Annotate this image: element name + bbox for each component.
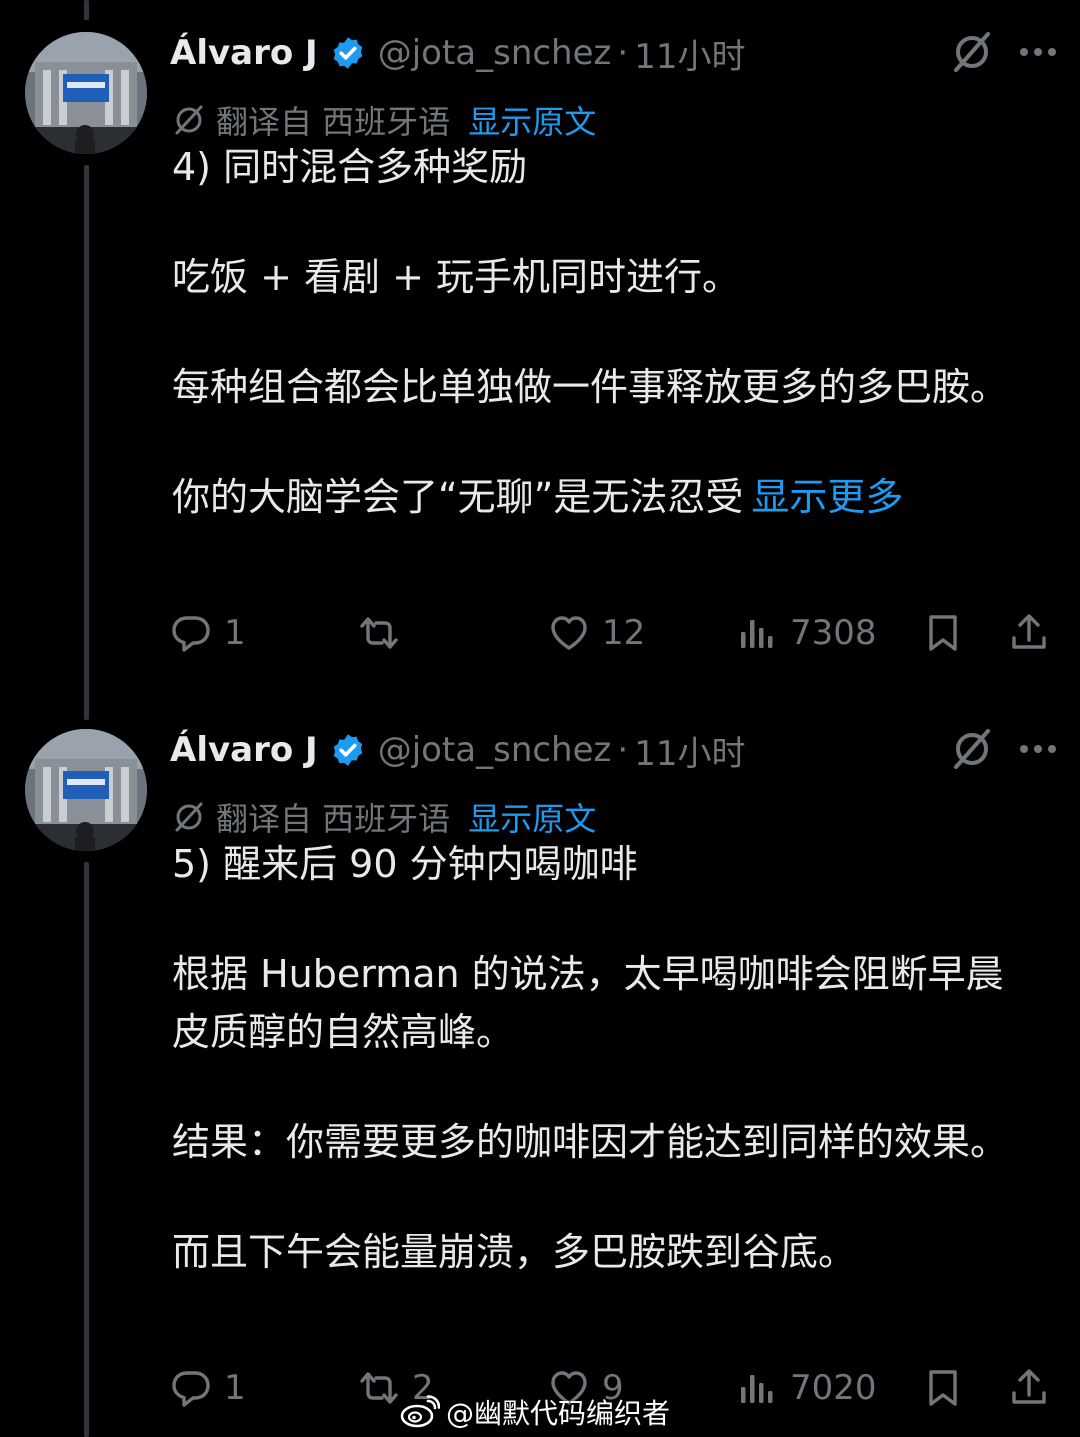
tweet-paragraph: 根据 Huberman 的说法，太早喝咖啡会阻断早晨皮质醇的自然高峰。 — [172, 952, 1004, 1054]
header-actions — [948, 28, 1058, 76]
tweet-paragraph: 4) 同时混合多种奖励 — [172, 145, 528, 189]
like-button[interactable]: 12 — [548, 603, 645, 663]
repost-icon — [360, 1372, 398, 1404]
views-button[interactable]: 7308 — [736, 603, 877, 663]
tweet-header: Álvaro J @jota_snchez · 11小时 — [170, 715, 745, 785]
share-icon — [1012, 614, 1046, 649]
tweet-body: 4) 同时混合多种奖励 吃饭 + 看剧 + 玩手机同时进行。 每种组合都会比单独… — [172, 138, 1022, 526]
author-name[interactable]: Álvaro J — [170, 730, 318, 770]
views-button[interactable]: 7020 — [736, 1358, 877, 1418]
header-actions — [948, 725, 1058, 773]
avatar-image — [25, 32, 147, 154]
timestamp[interactable]: 11小时 — [634, 726, 745, 775]
reply-button[interactable]: 1 — [170, 1358, 246, 1418]
author-handle[interactable]: @jota_snchez — [378, 730, 612, 770]
like-icon — [551, 616, 587, 650]
views-count: 7020 — [790, 1368, 877, 1408]
translate-icon — [175, 105, 203, 135]
author-name[interactable]: Álvaro J — [170, 33, 318, 73]
views-icon — [741, 1375, 773, 1403]
views-icon — [741, 620, 773, 648]
views-count: 7308 — [790, 613, 877, 653]
bookmark-icon — [929, 1370, 957, 1406]
weibo-icon — [400, 1395, 440, 1428]
thread-line — [84, 165, 89, 720]
tweet-paragraph: 你的大脑学会了“无聊”是无法忍受 显示更多 — [172, 468, 1022, 526]
tweet-paragraph-text: 你的大脑学会了“无聊”是无法忍受 — [172, 475, 744, 519]
repost-icon — [360, 617, 398, 649]
repost-button[interactable] — [358, 603, 412, 663]
share-icon — [1012, 1369, 1046, 1404]
avatar[interactable] — [25, 32, 147, 154]
author-handle[interactable]: @jota_snchez — [378, 33, 612, 73]
reply-button[interactable]: 1 — [170, 603, 246, 663]
watermark-text: @幽默代码编织者 — [446, 1397, 671, 1430]
tweet-paragraph: 吃饭 + 看剧 + 玩手机同时进行。 — [172, 255, 740, 299]
separator-dot: · — [617, 33, 629, 73]
translation-label: 翻译自 西班牙语 — [216, 103, 451, 141]
timestamp[interactable]: 11小时 — [634, 29, 745, 78]
separator-dot: · — [617, 730, 629, 770]
more-icon[interactable] — [1018, 742, 1058, 756]
thread-line — [84, 0, 89, 20]
translate-icon — [175, 802, 203, 832]
like-count: 12 — [602, 613, 646, 653]
tweet-paragraph: 5) 醒来后 90 分钟内喝咖啡 — [172, 842, 638, 886]
bookmark-button[interactable] — [922, 1358, 964, 1418]
reply-icon — [172, 616, 210, 652]
tweet-body: 5) 醒来后 90 分钟内喝咖啡 根据 Huberman 的说法，太早喝咖啡会阻… — [172, 835, 1022, 1281]
avatar[interactable] — [25, 729, 147, 851]
reply-count: 1 — [224, 1368, 246, 1408]
bookmark-icon — [929, 615, 957, 651]
share-button[interactable] — [1008, 1358, 1050, 1418]
verified-badge-icon — [333, 37, 362, 69]
bookmark-button[interactable] — [922, 603, 964, 663]
tweet-header: Álvaro J @jota_snchez · 11小时 — [170, 18, 745, 88]
watermark: @幽默代码编织者 — [400, 1390, 670, 1434]
tweet-paragraph: 每种组合都会比单独做一件事释放更多的多巴胺。 — [172, 365, 1009, 409]
verified-badge-icon — [333, 734, 362, 766]
reply-count: 1 — [224, 613, 246, 653]
tweet-paragraph: 而且下午会能量崩溃，多巴胺跌到谷底。 — [172, 1230, 857, 1274]
more-icon[interactable] — [1018, 45, 1058, 59]
share-button[interactable] — [1008, 603, 1050, 663]
grok-icon[interactable] — [948, 28, 996, 76]
show-original-link[interactable]: 显示原文 — [468, 794, 596, 840]
tweet-paragraph: 结果：你需要更多的咖啡因才能达到同样的效果。 — [172, 1120, 1009, 1164]
avatar-image — [25, 729, 147, 851]
show-original-link[interactable]: 显示原文 — [468, 97, 596, 143]
reply-icon — [172, 1371, 210, 1407]
thread-line — [84, 862, 89, 1437]
show-more-link[interactable]: 显示更多 — [751, 475, 903, 519]
grok-icon[interactable] — [948, 725, 996, 773]
translation-label: 翻译自 西班牙语 — [216, 800, 451, 838]
action-bar: 1 12 7308 — [170, 603, 1060, 663]
